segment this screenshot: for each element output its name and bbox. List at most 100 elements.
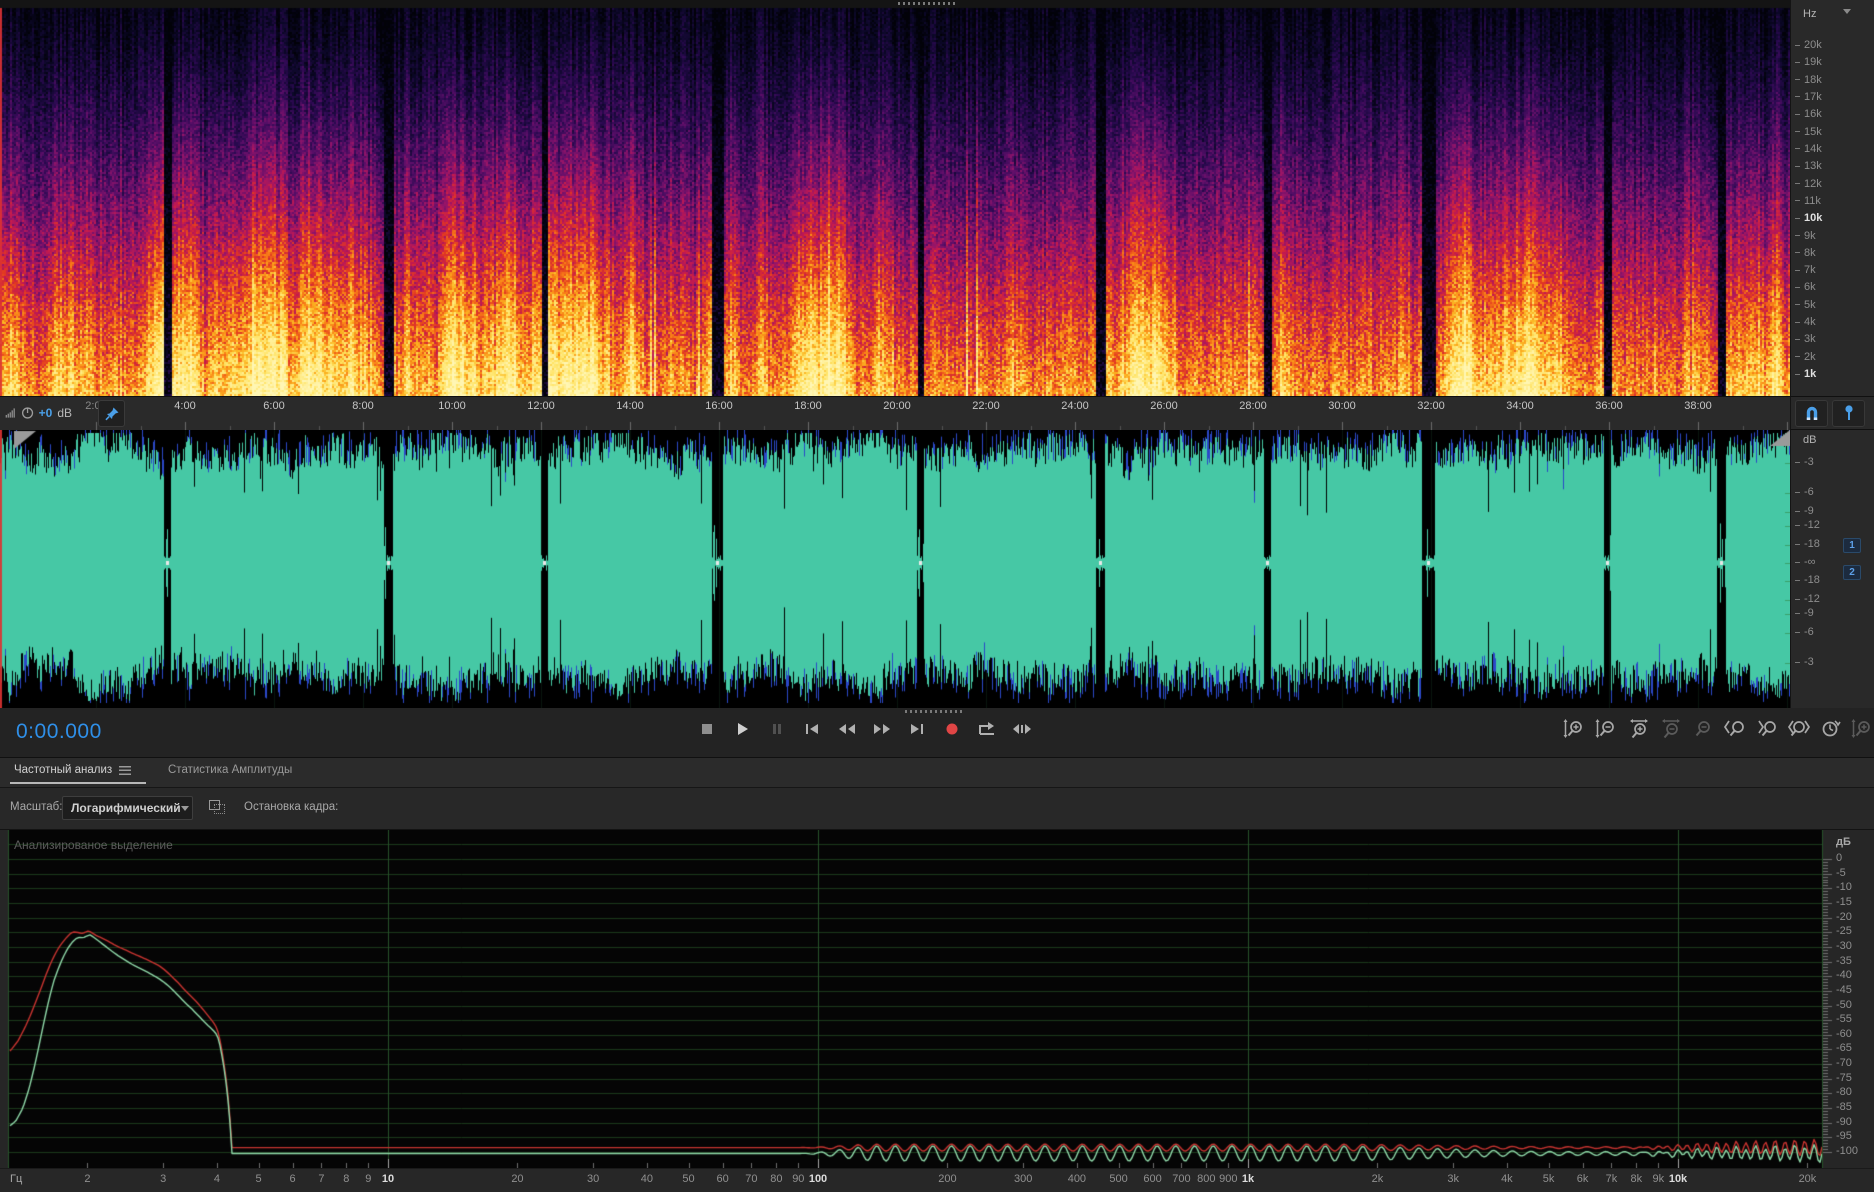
zoom-to-in-point-button[interactable] xyxy=(1722,718,1748,740)
skip-selection-button[interactable] xyxy=(1009,718,1035,740)
frequency-tick: 2k xyxy=(1795,351,1816,363)
frequency-tick: 7k xyxy=(1795,264,1816,276)
scale-dropdown[interactable]: Логарифмический xyxy=(62,796,193,820)
playhead-timer-button[interactable] xyxy=(1818,718,1844,740)
play-button[interactable] xyxy=(729,718,755,740)
waveform-view[interactable] xyxy=(0,430,1790,708)
chart-x-tick: 1k xyxy=(1241,1173,1255,1185)
amplitude-tick: -3 xyxy=(1795,656,1814,668)
level-value: +0 xyxy=(38,406,53,420)
chart-x-tick: 20 xyxy=(511,1173,524,1185)
channel-badge[interactable]: 2 xyxy=(1843,565,1861,580)
amplitude-axis-unit: dB xyxy=(1803,434,1817,446)
pin-playhead-button[interactable] xyxy=(98,400,125,427)
zoom-reset-icon xyxy=(1695,721,1710,737)
zoom-to-in-point-icon xyxy=(1723,720,1744,737)
snap-magnet-button[interactable] xyxy=(1795,399,1828,427)
chart-x-tick: 5k xyxy=(1542,1173,1555,1185)
waveform-canvas[interactable] xyxy=(0,430,1790,708)
tab-amplitude-statistics[interactable]: Статистика Амплитуды xyxy=(168,764,292,776)
frequency-tick: 1k xyxy=(1795,368,1816,380)
zoom-to-out-point-button[interactable] xyxy=(1754,718,1780,740)
frequency-chart-canvas[interactable] xyxy=(0,830,1874,1168)
chart-x-tick: 2 xyxy=(84,1173,91,1185)
amplitude-tick: -3 xyxy=(1795,456,1814,468)
frequency-tick: 4k xyxy=(1795,316,1816,328)
skip-to-end-button[interactable] xyxy=(904,718,930,740)
gauge-knob-icon[interactable] xyxy=(21,403,34,423)
frequency-tick: 20k xyxy=(1795,39,1822,51)
chart-y-tick: -30 xyxy=(1836,939,1852,952)
chart-selection-label: Анализированое выделение xyxy=(14,838,173,852)
frequency-tick: 17k xyxy=(1795,91,1822,103)
active-tab-underline xyxy=(10,782,146,784)
panel-drag-handle-top[interactable] xyxy=(898,2,956,5)
zoom-vertical-full-button[interactable] xyxy=(1850,718,1874,740)
pushpin-icon xyxy=(104,407,118,420)
zoom-to-out-point-icon xyxy=(1758,720,1776,737)
amplitude-tick: -12 xyxy=(1795,519,1820,531)
chart-y-tick: -95 xyxy=(1836,1130,1852,1143)
chart-x-tick: 40 xyxy=(640,1173,653,1185)
chart-x-tick: 100 xyxy=(808,1173,828,1185)
chart-y-tick: 0 xyxy=(1836,852,1843,864)
chart-y-tick: -75 xyxy=(1836,1071,1852,1084)
loop-playback-button[interactable] xyxy=(974,718,1000,740)
level-meter-icon[interactable] xyxy=(5,405,16,421)
zoom-in-vertical-button[interactable] xyxy=(1562,718,1588,740)
fast-forward-button[interactable] xyxy=(869,718,895,740)
chart-y-tick: -35 xyxy=(1836,954,1852,967)
timeline-label: 34:00 xyxy=(1506,400,1534,412)
chart-x-tick: 4 xyxy=(213,1173,220,1185)
timeline-label: 22:00 xyxy=(972,400,1000,412)
frequency-tick: 10k xyxy=(1795,212,1822,224)
copy-graph-button[interactable] xyxy=(209,800,226,815)
pause-icon xyxy=(773,724,781,734)
timeline-ruler[interactable]: 2:00 4:00 6:00 8:00 10:00 12:00 14:00 16:00 18:… xyxy=(0,396,1790,431)
zoom-to-selection-button[interactable] xyxy=(1786,718,1812,740)
chart-x-tick: 50 xyxy=(682,1173,695,1185)
frequency-tick: 8k xyxy=(1795,247,1816,259)
timeline-label: 24:00 xyxy=(1061,400,1089,412)
frequency-analysis-chart[interactable]: Анализированое выделение дБ 0 -5 -10 -15 -20… xyxy=(0,830,1874,1168)
zoom-out-vertical-button[interactable] xyxy=(1594,718,1620,740)
frequency-tick: 18k xyxy=(1795,74,1822,86)
chart-x-tick: 4k xyxy=(1501,1173,1513,1185)
tab-menu-icon[interactable] xyxy=(119,765,132,775)
chart-y-axis-unit: дБ xyxy=(1836,836,1851,848)
chart-x-tick: 8k xyxy=(1630,1173,1643,1185)
skip-to-end-icon xyxy=(911,724,923,734)
chart-y-tick: -40 xyxy=(1836,969,1852,982)
frequency-tick: 15k xyxy=(1795,126,1822,138)
rewind-button[interactable] xyxy=(834,718,860,740)
chart-y-tick: -100 xyxy=(1836,1145,1859,1157)
spectrogram-view[interactable] xyxy=(0,0,1790,396)
timeline-label: 32:00 xyxy=(1417,400,1445,412)
zoom-reset-button[interactable] xyxy=(1690,718,1716,740)
zoom-tool-buttons xyxy=(1562,718,1874,740)
chevron-down-icon xyxy=(180,805,189,811)
level-toolbar: +0 dB xyxy=(0,397,72,429)
pause-button[interactable] xyxy=(764,718,790,740)
analysis-controls: Масштаб: Логарифмический Остановка кадра… xyxy=(0,788,1874,830)
spectrogram-canvas[interactable] xyxy=(0,0,1790,396)
tab-frequency-analysis[interactable]: Частотный анализ xyxy=(14,764,132,776)
channel-badge[interactable]: 1 xyxy=(1843,538,1861,553)
playhead-time-display[interactable]: 0:00.000 xyxy=(16,720,102,744)
chart-x-tick: 2k xyxy=(1371,1173,1384,1185)
zoom-in-horizontal-button[interactable] xyxy=(1626,718,1652,740)
zoom-out-horizontal-button[interactable] xyxy=(1658,718,1684,740)
frequency-tick: 12k xyxy=(1795,178,1822,190)
axis-menu-caret-icon[interactable] xyxy=(1843,9,1851,14)
timeline-label: 26:00 xyxy=(1150,400,1178,412)
panel-drag-handle-transport[interactable] xyxy=(905,710,963,713)
skip-to-start-button[interactable] xyxy=(799,718,825,740)
marker-pin-button[interactable] xyxy=(1832,399,1865,427)
chart-x-tick: 90 xyxy=(792,1173,805,1185)
record-button[interactable] xyxy=(939,718,965,740)
chart-y-tick: -65 xyxy=(1836,1042,1852,1055)
timeline-tool-buttons xyxy=(1790,396,1874,430)
fast-forward-icon xyxy=(874,724,890,734)
frequency-x-axis: Гц 2 3 4 5 6 7 8 9 10 20 30 40 50 60 70 80 90 100 200 300 40… xyxy=(0,1168,1874,1192)
stop-button[interactable] xyxy=(694,718,720,740)
